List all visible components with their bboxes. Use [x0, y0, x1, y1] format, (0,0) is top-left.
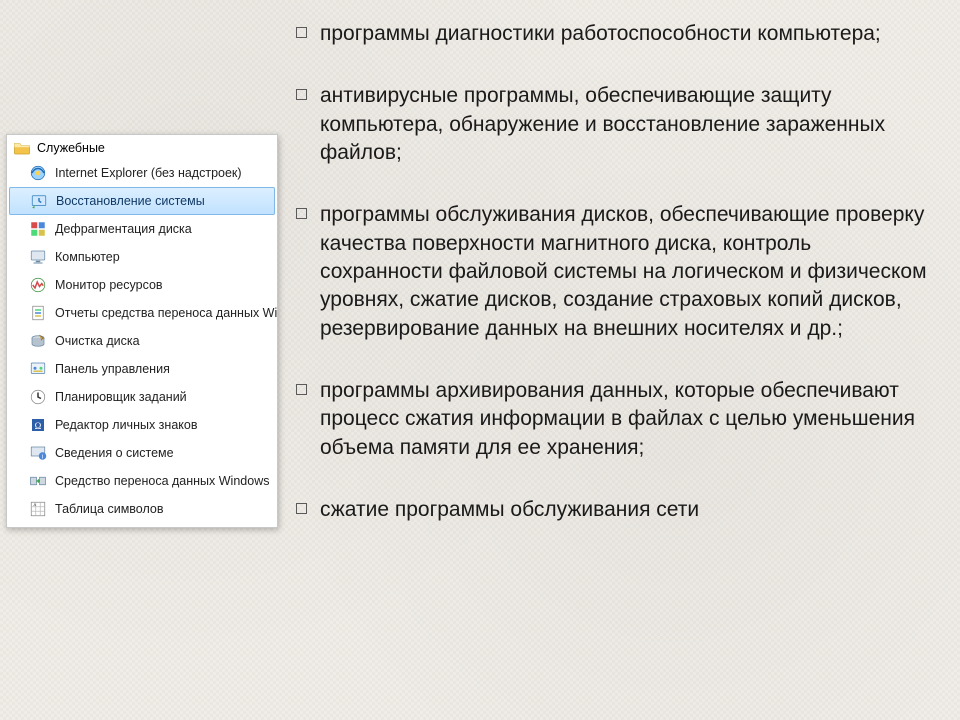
bullet-text: сжатие программы обслуживания сети	[320, 498, 699, 521]
svg-text:i: i	[42, 454, 43, 460]
menu-item-label: Internet Explorer (без надстроек)	[55, 166, 242, 180]
menu-item-label: Очистка диска	[55, 334, 140, 348]
restore-icon	[30, 192, 48, 210]
bullet-item: сжатие программы обслуживания сети	[296, 496, 936, 524]
menu-item-label: Средство переноса данных Windows	[55, 474, 269, 488]
menu-item-computer[interactable]: Компьютер	[7, 243, 277, 271]
bullet-text: программы диагностики работоспособности …	[320, 22, 881, 45]
menu-item-task-scheduler[interactable]: Планировщик заданий	[7, 383, 277, 411]
charmap-icon: A	[29, 500, 47, 518]
scheduler-icon	[29, 388, 47, 406]
menu-item-system-restore[interactable]: Восстановление системы	[9, 187, 275, 215]
menu-item-label: Отчеты средства переноса данных Wind	[55, 306, 277, 320]
defrag-icon	[29, 220, 47, 238]
report-icon	[29, 304, 47, 322]
menu-header-label: Служебные	[37, 141, 105, 155]
menu-item-label: Редактор личных знаков	[55, 418, 197, 432]
bullet-item: программы архивирования данных, которые …	[296, 377, 936, 462]
menu-item-label: Таблица символов	[55, 502, 164, 516]
menu-item-character-map[interactable]: A Таблица символов	[7, 495, 277, 523]
bullet-text: программы архивирования данных, которые …	[320, 379, 915, 459]
resmon-icon	[29, 276, 47, 294]
folder-icon	[13, 139, 31, 157]
menu-item-control-panel[interactable]: Панель управления	[7, 355, 277, 383]
bullet-item: программы диагностики работоспособности …	[296, 20, 936, 48]
sysinfo-icon: i	[29, 444, 47, 462]
bullet-text: программы обслуживания дисков, обеспечив…	[320, 203, 927, 339]
menu-item-system-info[interactable]: i Сведения о системе	[7, 439, 277, 467]
system-tools-menu: Служебные Internet Explorer (без надстро…	[6, 134, 278, 528]
menu-item-label: Сведения о системе	[55, 446, 174, 460]
eudcedit-icon: Ω	[29, 416, 47, 434]
bullet-text: антивирусные программы, обеспечивающие з…	[320, 84, 885, 164]
menu-item-disk-cleanup[interactable]: Очистка диска	[7, 327, 277, 355]
svg-text:Ω: Ω	[35, 421, 42, 431]
menu-item-label: Монитор ресурсов	[55, 278, 163, 292]
menu-item-ie[interactable]: Internet Explorer (без надстроек)	[7, 159, 277, 187]
menu-item-easy-transfer[interactable]: Средство переноса данных Windows	[7, 467, 277, 495]
control-panel-icon	[29, 360, 47, 378]
cleanup-icon	[29, 332, 47, 350]
slide-content: программы диагностики работоспособности …	[296, 20, 936, 524]
menu-item-transfer-reports[interactable]: Отчеты средства переноса данных Wind	[7, 299, 277, 327]
menu-item-defrag[interactable]: Дефрагментация диска	[7, 215, 277, 243]
menu-header[interactable]: Служебные	[7, 137, 277, 159]
menu-item-resource-monitor[interactable]: Монитор ресурсов	[7, 271, 277, 299]
transfer-icon	[29, 472, 47, 490]
bullet-item: антивирусные программы, обеспечивающие з…	[296, 82, 936, 167]
menu-item-label: Восстановление системы	[56, 194, 205, 208]
menu-item-label: Панель управления	[55, 362, 170, 376]
ie-icon	[29, 164, 47, 182]
menu-item-label: Компьютер	[55, 250, 120, 264]
bullet-item: программы обслуживания дисков, обеспечив…	[296, 201, 936, 343]
computer-icon	[29, 248, 47, 266]
menu-item-label: Дефрагментация диска	[55, 222, 192, 236]
menu-item-label: Планировщик заданий	[55, 390, 187, 404]
menu-item-private-char-editor[interactable]: Ω Редактор личных знаков	[7, 411, 277, 439]
